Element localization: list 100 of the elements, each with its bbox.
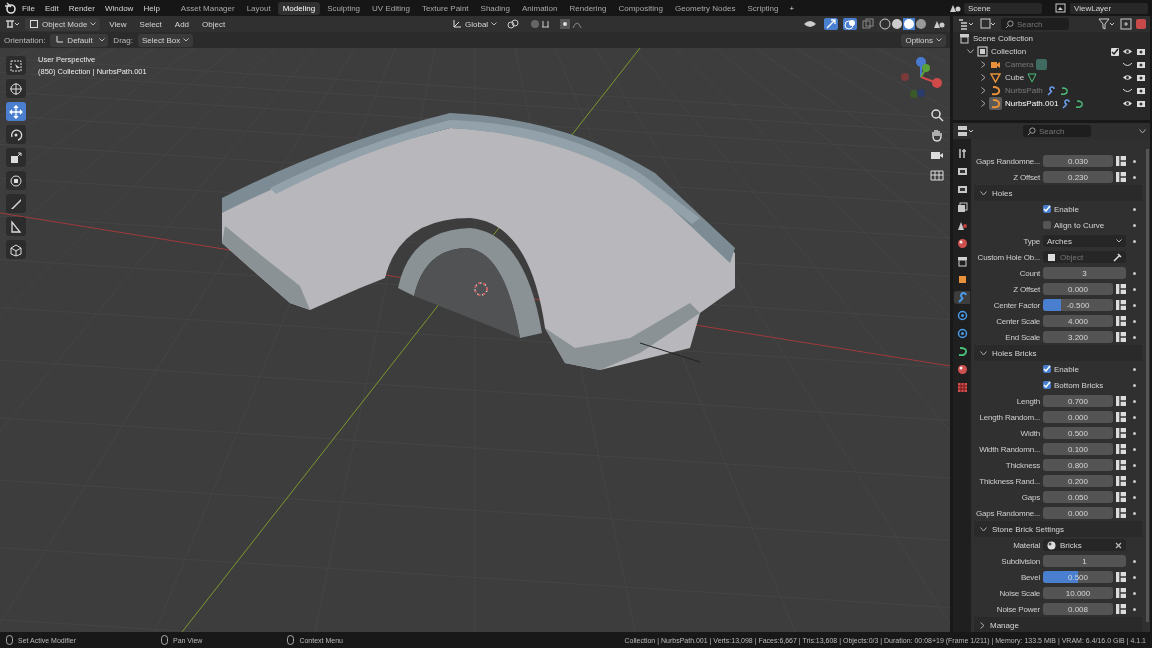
camera-icon[interactable] [1136, 47, 1146, 56]
node-socket-icon[interactable] [1116, 284, 1126, 294]
mode-dropdown[interactable]: Object Mode [25, 17, 101, 31]
workspace-tab[interactable]: UV Editing [367, 1, 415, 15]
clear-icon[interactable] [1115, 541, 1122, 549]
move-tool-button[interactable] [6, 102, 26, 121]
transform-tool-button[interactable] [6, 171, 26, 190]
eye-icon[interactable] [1122, 47, 1133, 56]
workspace-tab[interactable]: Compositing [613, 1, 668, 15]
keyframe-dot[interactable] [1133, 495, 1136, 499]
node-socket-icon[interactable] [1116, 572, 1126, 582]
keyframe-dot[interactable] [1133, 591, 1136, 595]
add-workspace-button[interactable]: + [785, 3, 799, 13]
gizmo-toggle-icon[interactable] [824, 18, 838, 30]
number-field[interactable]: 4.000 [1043, 315, 1113, 327]
filter-view-icon[interactable] [979, 18, 997, 30]
chevron-right-icon[interactable] [980, 621, 985, 629]
outliner-item[interactable]: Camera [1005, 60, 1034, 69]
node-socket-icon[interactable] [1116, 428, 1126, 438]
camera-icon[interactable] [1136, 60, 1146, 69]
panel-header[interactable]: Manage [974, 617, 1142, 633]
number-field[interactable]: 3 [1043, 267, 1126, 279]
shading-modes-icon[interactable] [879, 18, 927, 30]
new-collection-icon[interactable] [1120, 18, 1132, 30]
menu-item[interactable]: Window [100, 3, 138, 13]
node-socket-icon[interactable] [1116, 156, 1126, 166]
number-field[interactable]: -0.500 [1043, 299, 1113, 311]
menu-item[interactable]: Add [170, 19, 194, 29]
closed-eye-icon[interactable] [1122, 86, 1133, 95]
rotate-tool-button[interactable] [6, 125, 26, 144]
measure-tool-button[interactable] [6, 217, 26, 236]
workspace-tab[interactable]: Shading [475, 1, 515, 15]
menu-item[interactable]: File [18, 3, 39, 13]
xray-icon[interactable] [862, 18, 874, 30]
node-socket-icon[interactable] [1116, 492, 1126, 502]
node-socket-icon[interactable] [1116, 444, 1126, 454]
keyframe-dot[interactable] [1133, 367, 1136, 371]
checkbox[interactable]: Bottom Bricks [1043, 380, 1126, 390]
grid-icon[interactable] [930, 168, 944, 182]
keyframe-dot[interactable] [1133, 431, 1136, 435]
number-field[interactable]: 10.000 [1043, 587, 1113, 599]
app-logo-icon[interactable] [4, 2, 16, 14]
object-field[interactable]: Object [1043, 251, 1126, 263]
keyframe-dot[interactable] [1133, 399, 1136, 403]
node-socket-icon[interactable] [1116, 396, 1126, 406]
keyframe-dot[interactable] [1133, 479, 1136, 483]
chevron-down-icon[interactable] [980, 350, 987, 356]
panel-header[interactable]: Holes [974, 185, 1142, 201]
node-socket-icon[interactable] [1116, 332, 1126, 342]
menu-item[interactable]: View [105, 19, 131, 29]
node-socket-icon[interactable] [1116, 412, 1126, 422]
keyframe-dot[interactable] [1133, 319, 1136, 323]
keyframe-dot[interactable] [1133, 607, 1136, 611]
number-field[interactable]: 0.800 [1043, 459, 1113, 471]
menu-item[interactable]: Object [198, 19, 230, 29]
number-field[interactable]: 0.008 [1043, 603, 1113, 615]
workspace-tab[interactable]: Sculpting [322, 1, 366, 15]
checkbox[interactable]: Enable [1043, 364, 1126, 374]
outliner-item[interactable]: Collection [991, 47, 1027, 56]
number-field[interactable]: 3.200 [1043, 331, 1113, 343]
chevron-down-icon[interactable] [980, 526, 987, 532]
keyframe-dot[interactable] [1133, 287, 1136, 291]
keyframe-dot[interactable] [1133, 271, 1136, 275]
filter-icon[interactable] [1098, 18, 1116, 30]
keyframe-dot[interactable] [1133, 415, 1136, 419]
keyframe-dot[interactable] [1133, 223, 1136, 227]
options-dropdown[interactable]: Options [901, 33, 946, 47]
camera-icon[interactable] [1136, 99, 1146, 108]
drag-dropdown[interactable]: Select Box [137, 33, 194, 47]
chevron-down-icon[interactable] [967, 49, 974, 54]
number-field[interactable]: 0.200 [1043, 475, 1113, 487]
number-field[interactable]: 0.100 [1043, 443, 1113, 455]
chevron-down-icon[interactable] [1139, 128, 1146, 134]
zoom-icon[interactable] [930, 108, 944, 122]
keyframe-dot[interactable] [1133, 335, 1136, 339]
type-dropdown[interactable]: Arches [1043, 235, 1126, 247]
workspace-tab[interactable]: Layout [241, 1, 276, 15]
keyframe-dot[interactable] [1133, 175, 1136, 179]
node-socket-icon[interactable] [1116, 300, 1126, 310]
outliner-item[interactable]: Cube [1005, 73, 1025, 82]
modifier-tab[interactable] [954, 291, 970, 304]
keyframe-dot[interactable] [1133, 303, 1136, 307]
camera-icon[interactable] [1136, 73, 1146, 82]
editor-type-icon[interactable] [4, 18, 20, 30]
exclude-checkbox[interactable] [1111, 47, 1119, 56]
outliner-item[interactable]: NurbsPath [1005, 86, 1043, 95]
workspace-tab[interactable]: Rendering [564, 1, 612, 15]
eyedropper-icon[interactable] [1113, 252, 1122, 262]
annotate-tool-button[interactable] [6, 194, 26, 213]
menu-item[interactable]: Render [64, 3, 99, 13]
add-cube-tool-button[interactable] [6, 240, 26, 259]
number-field[interactable]: 0.500 [1043, 427, 1113, 439]
closed-eye-icon[interactable] [1122, 60, 1133, 69]
view-layer-field[interactable]: ViewLayer [1070, 2, 1148, 14]
transform-orientation-dropdown[interactable]: Default [50, 33, 109, 47]
number-field[interactable]: 0.000 [1043, 507, 1113, 519]
display-mode-icon[interactable] [957, 18, 975, 30]
keyframe-dot[interactable] [1133, 511, 1136, 515]
keyframe-dot[interactable] [1133, 159, 1136, 163]
checkbox[interactable]: Enable [1043, 204, 1126, 214]
